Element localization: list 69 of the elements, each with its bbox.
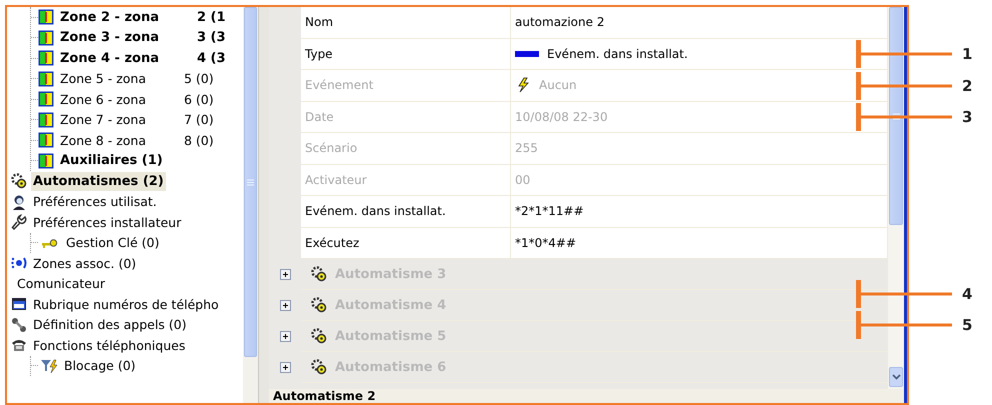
chevron-down-icon xyxy=(892,374,900,380)
grip-icon xyxy=(892,112,900,120)
zone-count: 7 (0) xyxy=(184,112,214,128)
user-icon xyxy=(11,194,27,210)
gears-icon xyxy=(311,359,327,375)
property-label: Evénement xyxy=(301,70,511,102)
property-label: Date xyxy=(301,102,511,133)
tree-item[interactable]: Zone 8 - zona xyxy=(58,130,148,150)
zone-icon xyxy=(38,132,54,148)
gears-icon xyxy=(11,173,27,190)
tree-item[interactable]: Préférences installateur xyxy=(31,212,184,232)
zone-icon xyxy=(38,70,54,87)
type-color-icon xyxy=(515,50,539,57)
property-label: Nom xyxy=(301,7,511,38)
zone-icon xyxy=(38,152,54,169)
radio-waves-icon xyxy=(11,255,27,272)
telephone-icon xyxy=(11,337,27,354)
folder-icon xyxy=(11,296,27,312)
filter-lightning-icon xyxy=(38,358,58,374)
tree-item[interactable]: Gestion Clé (0) xyxy=(64,233,162,252)
tree-item[interactable]: Zone 3 - zona xyxy=(58,28,161,48)
tree-item[interactable]: Zone 7 - zona xyxy=(58,110,148,130)
callout-number: 2 xyxy=(962,76,972,95)
tree-item[interactable]: Préférences utilisat. xyxy=(31,192,159,212)
property-label: Evénem. dans installat. xyxy=(301,196,511,228)
gears-icon xyxy=(311,266,327,282)
zone-count: 5 (0) xyxy=(184,71,214,86)
tree-item[interactable]: Auxiliaires (1) xyxy=(58,151,165,170)
callout-number: 4 xyxy=(962,284,972,302)
property-value[interactable]: Evénem. dans installat. xyxy=(511,38,888,70)
phone-plug-icon xyxy=(11,316,27,333)
tree-item[interactable]: Zone 5 - zona xyxy=(58,69,148,88)
zone-icon xyxy=(38,30,54,46)
tree-item[interactable]: Comunicateur xyxy=(15,274,108,294)
scrollbar[interactable] xyxy=(888,7,904,389)
zone-count: 2 (1 xyxy=(196,10,226,25)
scrollbar[interactable] xyxy=(243,7,258,403)
tree-item[interactable]: Définition des appels (0) xyxy=(31,315,188,334)
zone-icon xyxy=(38,9,54,26)
gears-icon xyxy=(311,328,327,344)
callout-number: 1 xyxy=(962,45,972,64)
tree-item[interactable]: Zones assoc. (0) xyxy=(31,254,138,273)
tree-item[interactable]: Zone 2 - zona xyxy=(58,8,161,27)
tree-item[interactable]: Fonctions téléphoniques xyxy=(31,336,188,355)
zone-count: 8 (0) xyxy=(184,132,214,148)
callout-number: 5 xyxy=(962,316,972,334)
zone-icon xyxy=(38,112,54,128)
tree-item[interactable]: Rubrique numéros de télépho xyxy=(31,294,221,314)
property-label: Exécutez xyxy=(301,228,511,259)
property-value[interactable]: *1*0*4## xyxy=(511,228,888,259)
zone-count: 4 (3 xyxy=(196,50,226,66)
callout-number: 3 xyxy=(962,108,972,126)
zone-icon xyxy=(38,50,54,66)
tree-item[interactable]: Blocage (0) xyxy=(62,356,138,376)
tree-item[interactable]: Zone 6 - zona xyxy=(58,90,148,109)
tree-item[interactable]: Zone 4 - zona xyxy=(58,48,161,68)
tree-item[interactable]: Automatismes (2) xyxy=(31,172,166,191)
property-label: Scénario xyxy=(301,133,511,164)
zone-count: 6 (0) xyxy=(184,92,214,107)
zone-icon xyxy=(38,91,54,108)
property-label: Type xyxy=(301,38,511,70)
property-label: Activateur xyxy=(301,164,511,196)
wrench-icon xyxy=(11,214,27,230)
gears-icon xyxy=(311,297,327,313)
zone-count: 3 (3 xyxy=(196,30,226,46)
grip-icon xyxy=(247,178,254,186)
property-value[interactable]: *2*1*11## xyxy=(511,196,888,228)
footer-title: Automatisme 2 xyxy=(273,389,376,403)
property-value[interactable]: automazione 2 xyxy=(511,7,888,38)
